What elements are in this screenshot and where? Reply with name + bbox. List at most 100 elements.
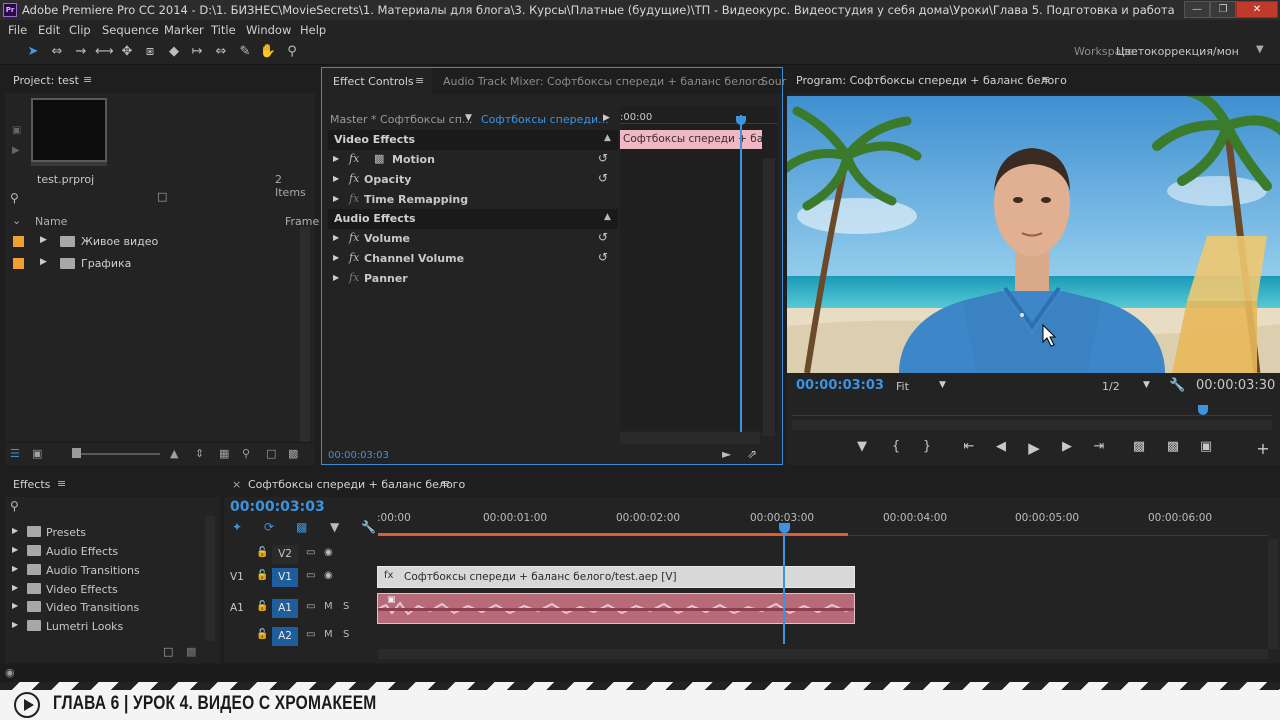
play-icon[interactable]: ▶ [12,145,20,156]
menu-marker[interactable]: Marker [164,23,204,37]
track-select-tool-icon[interactable]: ⇔ [48,43,66,61]
play-icon[interactable]: ▶ [603,113,610,123]
vertical-scrollbar[interactable] [763,158,775,436]
minimize-button[interactable]: — [1184,1,1210,18]
expand-triangle-icon[interactable]: ▶ [12,526,18,535]
tab-sequence[interactable]: Софтбоксы спереди + баланс белого [248,478,465,491]
sync-lock-icon[interactable]: ▭ [306,601,315,612]
fx-icon[interactable]: fx [349,251,359,264]
wrench-icon[interactable]: 🔧 [1169,378,1185,393]
label-color-swatch[interactable] [13,258,24,269]
label-color-swatch[interactable] [13,236,24,247]
snap-icon[interactable]: ⟳ [264,520,274,534]
workspace-select[interactable]: Цветокоррекция/мон [1116,45,1239,58]
rolling-edit-tool-icon[interactable]: ⟷ [95,43,114,61]
effect-row-panner[interactable]: ▶ fx Panner [328,269,618,289]
automate-icon[interactable]: ⇕ [195,447,204,460]
tab-audio-track-mixer[interactable]: Audio Track Mixer: Софтбоксы спереди + б… [443,75,764,88]
search-icon[interactable]: ⚲ [10,191,19,205]
zoom-slider[interactable] [75,453,160,455]
lock-icon[interactable]: 🔓 [256,601,268,612]
master-clip-label[interactable]: Master * Софтбоксы сп... [330,113,472,126]
new-bin-icon[interactable]: □ [157,190,167,203]
zoom-tool-icon[interactable]: ⚲ [283,43,301,61]
effects-folder-video-transitions[interactable]: ▶ Video Transitions [5,598,215,617]
effects-scrollbar[interactable] [205,516,215,641]
effect-row-channel-volume[interactable]: ▶ fx Channel Volume ↺ [328,249,618,269]
track-target-a1[interactable]: A1 [272,599,298,618]
go-to-in-icon[interactable]: ⇤ [959,439,979,454]
freeform-icon[interactable]: ▦ [219,447,229,460]
panel-menu-icon[interactable]: ≡ [415,74,424,87]
expand-triangle-icon[interactable]: ▶ [333,154,339,163]
chevron-down-icon[interactable]: ▼ [939,380,946,390]
expand-triangle-icon[interactable]: ▶ [40,235,47,245]
ripple-edit-tool-icon[interactable]: ⇝ [72,43,90,61]
icon-view-icon[interactable]: ▣ [32,447,42,460]
menu-edit[interactable]: Edit [38,23,60,37]
sync-lock-icon[interactable]: ▭ [306,629,315,640]
effect-row-motion[interactable]: ▶ fx ▩ Motion ↺ [328,150,618,170]
reset-icon[interactable]: ↺ [598,230,608,244]
expand-triangle-icon[interactable]: ▶ [40,257,47,267]
sync-lock-icon[interactable]: ▭ [306,570,315,581]
timeline-horizontal-scrollbar[interactable] [378,649,1268,659]
trash-icon[interactable]: ▩ [186,645,196,658]
lock-icon[interactable]: 🔓 [256,547,268,558]
program-video-frame[interactable] [787,96,1280,373]
lift-icon[interactable]: ▩ [1129,439,1149,454]
pen-tool-icon-2[interactable]: ✎ [236,43,254,61]
expand-triangle-icon[interactable]: ▶ [333,194,339,203]
tab-effect-controls[interactable]: Effect Controls [333,75,414,88]
panel-menu-icon[interactable]: ≡ [83,73,92,86]
list-item[interactable]: ▶ Графика [5,254,315,274]
work-area-bar[interactable] [378,533,848,536]
playback-resolution-select[interactable]: 1/2 [1102,380,1120,393]
close-tab-icon[interactable]: × [232,478,241,491]
menu-window[interactable]: Window [246,23,291,37]
menu-title[interactable]: Title [211,23,236,37]
extract-icon[interactable]: ▩ [1163,439,1183,454]
wrench-icon[interactable]: 🔧 [361,520,376,534]
solo-button[interactable]: S [343,629,349,640]
effects-folder-audio-effects[interactable]: ▶ Audio Effects [5,542,215,561]
nest-toggle-icon[interactable]: ✦ [232,520,242,534]
track-target-a2[interactable]: A2 [272,627,298,646]
lock-icon[interactable]: 🔓 [256,629,268,640]
effect-row-opacity[interactable]: ▶ fx Opacity ↺ [328,170,618,190]
filter-audio-icon[interactable]: ► [722,447,731,461]
menu-file[interactable]: File [8,23,27,37]
effect-row-volume[interactable]: ▶ fx Volume ↺ [328,229,618,249]
eye-icon[interactable]: ◉ [324,547,333,558]
new-item-icon[interactable]: ▩ [288,447,298,460]
program-current-timecode[interactable]: 00:00:03:03 [796,378,884,393]
chevron-down-icon[interactable]: ▼ [1256,44,1264,55]
list-view-icon[interactable]: ☰ [10,447,20,460]
reset-icon[interactable]: ↺ [598,250,608,264]
eye-icon[interactable]: ◉ [324,570,333,581]
effect-timeline-ruler[interactable]: :00:00 [620,106,778,124]
effect-row-time-remapping[interactable]: ▶ fx Time Remapping [328,190,618,210]
program-title[interactable]: Program: Софтбоксы спереди + баланс бело… [796,74,1067,87]
panel-menu-icon[interactable]: ≡ [441,477,450,490]
restore-button[interactable]: ❐ [1210,1,1236,18]
zoom-slider-knob[interactable] [72,448,81,458]
menu-clip[interactable]: Clip [69,23,91,37]
collapse-icon[interactable]: ▲ [604,212,611,222]
timeline-timecode[interactable]: 00:00:03:03 [230,499,325,515]
selection-tool-icon[interactable]: ➤ [24,43,42,61]
sequence-clip-link[interactable]: Софтбоксы спереди... [481,113,609,126]
fx-icon[interactable]: fx [349,152,359,165]
add-marker-icon[interactable]: ▼ [852,439,872,454]
panel-menu-icon[interactable]: ≡ [57,477,66,490]
pen-tool-icon[interactable]: ⇔ [212,43,230,61]
zoom-fit-select[interactable]: Fit [896,380,909,393]
new-bin-icon[interactable]: □ [163,645,173,658]
project-panel-title[interactable]: Project: test [13,74,79,87]
search-icon[interactable]: ⚲ [10,499,19,513]
effects-title[interactable]: Effects [13,478,50,491]
rate-stretch-tool-icon[interactable]: ✥ [118,43,136,61]
export-icon[interactable]: ⇗ [747,447,757,461]
timeline-vertical-scrollbar[interactable] [1268,539,1278,649]
close-button[interactable]: ✕ [1236,1,1278,18]
